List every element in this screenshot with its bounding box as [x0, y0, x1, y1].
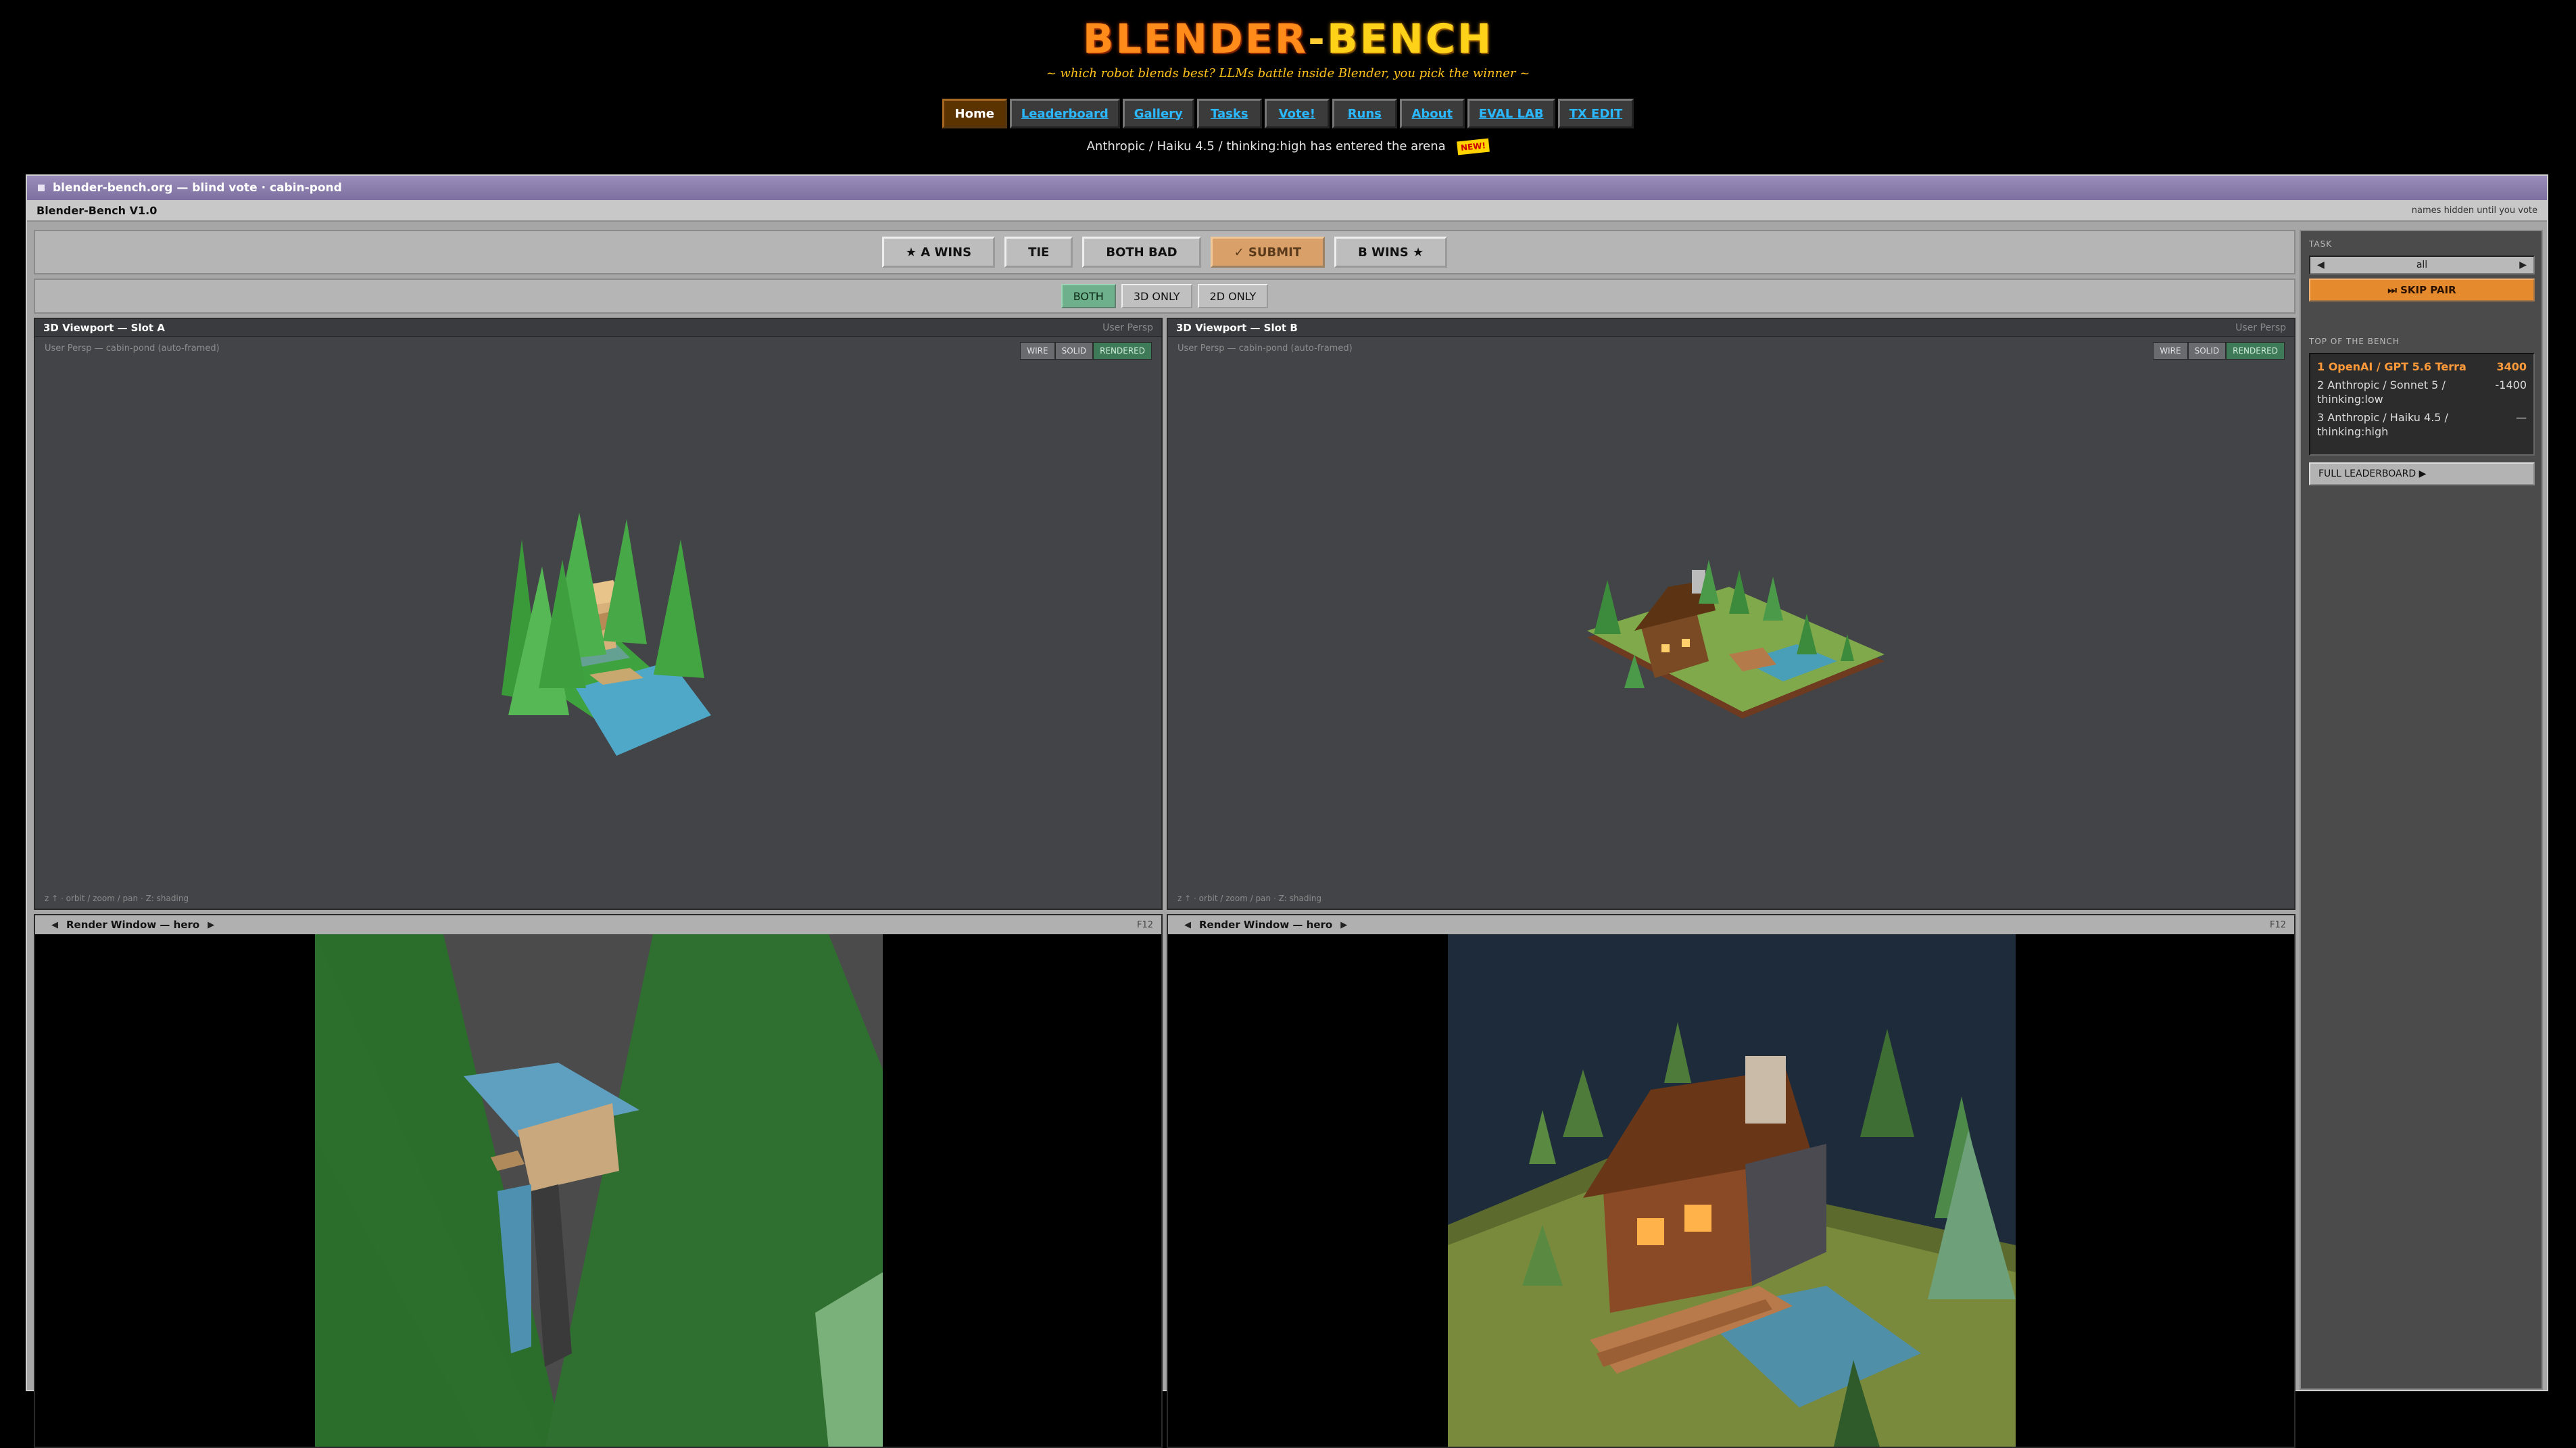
mode-both-button[interactable]: BOTH	[1061, 284, 1116, 308]
window-titlebar: blender-bench.org — blind vote · cabin-p…	[27, 176, 2547, 200]
nav-tasks[interactable]: Tasks	[1196, 99, 1262, 128]
render-a-image	[315, 934, 883, 1447]
site-title-dash: -	[1308, 16, 1327, 63]
bench-list: 1 OpenAI / GPT 5.6 Terra 3400 2 Anthropi…	[2309, 353, 2535, 456]
new-badge: NEW!	[1457, 138, 1490, 155]
bench-row[interactable]: 3 Anthropic / Haiku 4.5 / thinking:high …	[2317, 410, 2527, 439]
viewport-a-shading: WIRE SOLID RENDERED	[1020, 342, 1152, 360]
hidden-names-note: names hidden until you vote	[2411, 205, 2537, 216]
tie-button[interactable]: TIE	[1004, 237, 1073, 268]
task-label: TASK	[2309, 239, 2333, 249]
render-a-next-icon[interactable]: ▶	[208, 920, 214, 930]
vote-window: blender-bench.org — blind vote · cabin-p…	[26, 174, 2548, 1448]
render-b-header: ◀ Render Window — hero ▶ F12	[1168, 915, 2294, 934]
viewport-b-subtitle: User Persp — cabin-pond (auto-framed)	[1177, 343, 1353, 354]
render-b-key: F12	[2269, 919, 2286, 930]
announcement: Anthropic / Haiku 4.5 / thinking:high ha…	[0, 138, 2576, 155]
skip-pair-button[interactable]: ⏭ SKIP PAIR	[2309, 279, 2535, 301]
viewport-b-solid-button[interactable]: SOLID	[2187, 342, 2227, 360]
task-next-icon[interactable]: ▶	[2519, 260, 2527, 270]
viewport-b-view: User Persp	[2235, 322, 2286, 333]
viewport-a-rendered-button[interactable]: RENDERED	[1093, 342, 1152, 360]
b-wins-button[interactable]: B WINS ★	[1334, 237, 1448, 268]
viewport-b-title: 3D Viewport — Slot B	[1176, 321, 1298, 334]
bench-row-name: 2 Anthropic / Sonnet 5 / thinking:low	[2317, 379, 2446, 406]
site-title-part1: BLENDER	[1082, 16, 1309, 63]
both-bad-button[interactable]: BOTH BAD	[1082, 237, 1201, 268]
full-leaderboard-button[interactable]: FULL LEADERBOARD ▶	[2309, 462, 2535, 485]
sidebar: TASK ◀ all ▶ ⏭ SKIP PAIR TOP OF THE BENC…	[2300, 230, 2543, 1390]
render-window-a: ◀ Render Window — hero ▶ F12	[34, 914, 1163, 1448]
main-nav: Home Leaderboard Gallery Tasks Vote! Run…	[0, 99, 2576, 128]
site-title: BLENDER-BENCH	[0, 12, 2576, 66]
nav-home[interactable]: Home	[942, 99, 1007, 128]
viewport-b-shading: WIRE SOLID RENDERED	[2153, 342, 2285, 360]
nav-leaderboard[interactable]: Leaderboard	[1009, 99, 1120, 128]
viewport-slot-b[interactable]: 3D Viewport — Slot B User Persp User Per…	[1167, 318, 2295, 910]
task-select-value: all	[2416, 260, 2428, 270]
window-title: blender-bench.org — blind vote · cabin-p…	[53, 181, 342, 195]
nav-about[interactable]: About	[1399, 99, 1465, 128]
app-bar: Blender-Bench V1.0 names hidden until yo…	[27, 200, 2547, 222]
nav-runs[interactable]: Runs	[1332, 99, 1397, 128]
bench-row-name: 3 Anthropic / Haiku 4.5 / thinking:high	[2317, 411, 2448, 438]
render-a-prev-icon[interactable]: ◀	[51, 920, 58, 930]
submit-button[interactable]: ✓ SUBMIT	[1210, 237, 1326, 268]
bench-row-score: -1400	[2495, 379, 2527, 391]
mode-3d-only-button[interactable]: 3D ONLY	[1121, 284, 1192, 308]
task-prev-icon[interactable]: ◀	[2317, 260, 2325, 270]
viewport-b-scene[interactable]	[1168, 337, 2294, 909]
viewport-a-title: 3D Viewport — Slot A	[43, 321, 165, 334]
render-b-prev-icon[interactable]: ◀	[1184, 920, 1191, 930]
mode-2d-only-button[interactable]: 2D ONLY	[1197, 284, 1269, 308]
viewport-b-hint: z ↑ · orbit / zoom / pan · Z: shading	[1177, 894, 1322, 903]
nav-gallery[interactable]: Gallery	[1122, 99, 1194, 128]
a-wins-button[interactable]: ★ A WINS	[881, 237, 996, 268]
render-a-header: ◀ Render Window — hero ▶ F12	[35, 915, 1161, 934]
task-select[interactable]: ◀ all ▶	[2309, 256, 2535, 274]
viewport-a-hint: z ↑ · orbit / zoom / pan · Z: shading	[45, 894, 189, 903]
render-b-next-icon[interactable]: ▶	[1340, 920, 1347, 930]
render-a-title: Render Window — hero	[66, 919, 200, 931]
vote-bar: ★ A WINS TIE BOTH BAD ✓ SUBMIT B WINS ★	[34, 230, 2295, 274]
nav-tx-edit[interactable]: TX EDIT	[1557, 99, 1634, 128]
app-name: Blender-Bench V1.0	[37, 203, 157, 217]
tagline: ~ which robot blends best? LLMs battle i…	[1046, 66, 1530, 80]
viewport-a-subtitle: User Persp — cabin-pond (auto-framed)	[45, 343, 220, 354]
render-b-title: Render Window — hero	[1199, 919, 1333, 931]
main-area: ★ A WINS TIE BOTH BAD ✓ SUBMIT B WINS ★ …	[34, 230, 2295, 1448]
viewport-b-header: 3D Viewport — Slot B User Persp	[1168, 319, 2294, 337]
bench-row[interactable]: 1 OpenAI / GPT 5.6 Terra 3400	[2317, 360, 2527, 374]
render-window-b: ◀ Render Window — hero ▶ F12	[1167, 914, 2295, 1448]
viewport-a-scene[interactable]	[35, 337, 1161, 909]
bench-label: TOP OF THE BENCH	[2309, 337, 2400, 346]
bench-row-name: 1 OpenAI / GPT 5.6 Terra	[2317, 360, 2466, 373]
viewport-b-rendered-button[interactable]: RENDERED	[2226, 342, 2285, 360]
bench-row-score: 3400	[2496, 360, 2527, 373]
bench-row-score: —	[2516, 411, 2527, 424]
window-menu-icon[interactable]	[38, 185, 45, 191]
viewport-a-view: User Persp	[1102, 322, 1153, 333]
render-a-key: F12	[1136, 919, 1153, 930]
view-mode-bar: BOTH 3D ONLY 2D ONLY	[34, 279, 2295, 314]
nav-vote[interactable]: Vote!	[1264, 99, 1330, 128]
viewport-a-wire-button[interactable]: WIRE	[1020, 342, 1055, 360]
bench-row[interactable]: 2 Anthropic / Sonnet 5 / thinking:low -1…	[2317, 378, 2527, 406]
viewport-b-wire-button[interactable]: WIRE	[2153, 342, 2188, 360]
site-title-part2: BENCH	[1326, 16, 1494, 63]
viewport-slot-a[interactable]: 3D Viewport — Slot A User Persp User Per…	[34, 318, 1163, 910]
render-b-image	[1448, 934, 2016, 1447]
viewport-a-header: 3D Viewport — Slot A User Persp	[35, 319, 1161, 337]
announcement-text: Anthropic / Haiku 4.5 / thinking:high ha…	[1086, 139, 1446, 153]
nav-eval-lab[interactable]: EVAL LAB	[1467, 99, 1555, 128]
viewport-a-solid-button[interactable]: SOLID	[1054, 342, 1094, 360]
